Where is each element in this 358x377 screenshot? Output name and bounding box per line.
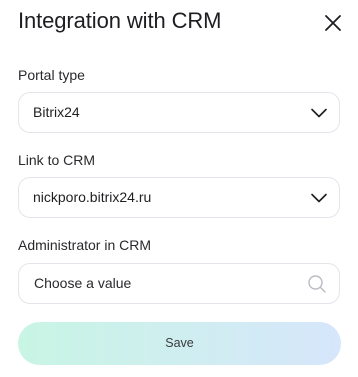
- crm-link-select[interactable]: nickporo.bitrix24.ru: [18, 177, 340, 218]
- crm-integration-dialog: Integration with CRM Portal type Bitrix2…: [0, 0, 358, 377]
- close-button[interactable]: [318, 8, 348, 38]
- administrator-search-input[interactable]: [34, 264, 294, 303]
- portal-type-value: Bitrix24: [33, 104, 80, 120]
- close-icon: [325, 15, 341, 31]
- administrator-label: Administrator in CRM: [18, 237, 152, 253]
- crm-link-value: nickporo.bitrix24.ru: [33, 189, 152, 205]
- save-button[interactable]: Save: [18, 322, 341, 365]
- portal-type-select[interactable]: Bitrix24: [18, 92, 340, 133]
- crm-link-label: Link to CRM: [18, 152, 96, 168]
- search-icon: [308, 275, 326, 293]
- dialog-title: Integration with CRM: [18, 8, 222, 33]
- portal-type-label: Portal type: [18, 67, 85, 83]
- administrator-field: [18, 263, 340, 304]
- chevron-down-icon: [311, 193, 327, 203]
- chevron-down-icon: [311, 108, 327, 118]
